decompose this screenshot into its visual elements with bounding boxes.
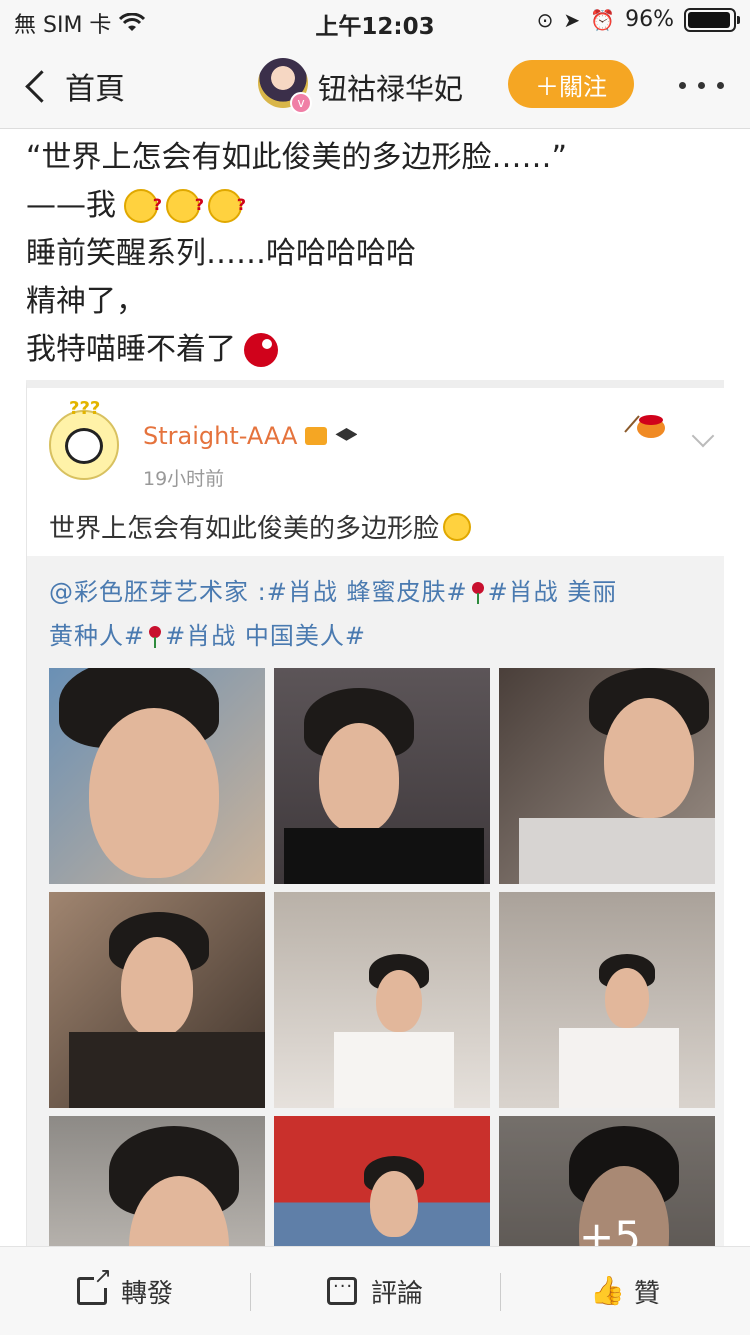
back-button[interactable]: 首頁 — [22, 64, 125, 108]
repost-button[interactable]: 轉發 — [0, 1247, 250, 1335]
chevron-left-icon — [25, 69, 58, 103]
hashtag-text: 黄种人# — [49, 622, 146, 650]
photo-thumbnail — [274, 668, 490, 884]
sad-emoji-icon — [443, 512, 472, 541]
embedded-screenshot[interactable]: ??? Straight-AAA 19小时前 世界上怎会有如此俊美的多边形脸 @… — [26, 380, 724, 1246]
battery-percent: 96% — [625, 7, 674, 32]
thinking-emoji-icon — [124, 181, 162, 229]
repost-label: 轉發 — [120, 1278, 173, 1309]
hashtag-text: #肖战 美丽 — [487, 578, 618, 606]
alarm-icon: ⏰ — [590, 7, 616, 32]
like-label: 贊 — [633, 1278, 660, 1309]
embedded-repost: @彩色胚芽艺术家 :#肖战 蜂蜜皮肤# #肖战 美丽 黄种人# #肖战 中国美人# — [27, 556, 724, 1246]
embedded-text: 世界上怎会有如此俊美的多边形脸 — [49, 508, 472, 545]
location-icon: ➤ — [563, 7, 581, 32]
page-title[interactable]: 钮祜禄华妃 — [318, 66, 463, 108]
photo-thumbnail — [49, 1116, 265, 1246]
embedded-username: Straight-AAA — [143, 422, 358, 450]
post-line: ——我 — [26, 181, 726, 230]
photo-thumbnail — [274, 892, 490, 1108]
hashtag-text: @彩色胚芽艺术家 :#肖战 蜂蜜皮肤# — [49, 578, 468, 606]
comment-button[interactable]: 評論 — [250, 1247, 500, 1335]
photo-thumbnail — [49, 892, 265, 1108]
back-label: 首頁 — [65, 72, 125, 107]
post-line: 精神了， — [26, 278, 726, 326]
share-icon — [76, 1266, 112, 1305]
status-bar: 無 SIM 卡 上午12:03 ⊙ ➤ ⏰ 96% — [0, 0, 750, 42]
photo-thumbnail — [49, 668, 265, 884]
rose-icon — [147, 626, 163, 648]
post-body: “世界上怎会有如此俊美的多边形脸……” ——我 睡前笑醒系列……哈哈哈哈哈 精神… — [26, 134, 726, 374]
comment-icon — [326, 1276, 357, 1305]
chevron-down-icon — [691, 424, 715, 448]
post-text: ——我 — [26, 188, 116, 223]
post-line: 我特喵睡不着了 — [26, 326, 726, 374]
embedded-user-avatar: ??? — [49, 398, 119, 480]
verified-badge: v — [290, 92, 312, 114]
status-indicators: ⊙ ➤ ⏰ 96% — [536, 7, 740, 32]
battery-icon — [684, 7, 740, 32]
embedded-username-text: Straight-AAA — [143, 422, 298, 450]
rotation-lock-icon: ⊙ — [536, 7, 554, 32]
hotpot-sticker-icon — [624, 415, 665, 438]
post-line: 睡前笑醒系列……哈哈哈哈哈 — [26, 230, 726, 278]
photo-thumbnail — [499, 668, 715, 884]
hashtag-text: #肖战 中国美人# — [165, 622, 366, 650]
photo-thumbnail — [274, 1116, 490, 1246]
post-text: 我特喵睡不着了 — [26, 332, 236, 367]
post-text: “世界上怎会有如此俊美的多边形脸……” — [26, 140, 568, 175]
like-button[interactable]: 👍 贊 — [500, 1247, 750, 1335]
photo-grid: +5 — [49, 668, 715, 1246]
nav-bar: 首頁 v 钮祜禄华妃 ＋關注 — [0, 42, 750, 129]
rose-icon — [470, 582, 486, 604]
crown-icon — [305, 427, 328, 445]
post-text: 睡前笑醒系列……哈哈哈哈哈 — [26, 236, 416, 271]
bottom-toolbar: 轉發 評論 👍 贊 — [0, 1246, 750, 1335]
post-text: 精神了， — [26, 284, 146, 319]
photo-thumbnail-more[interactable]: +5 — [499, 1116, 715, 1246]
follow-button[interactable]: ＋關注 — [508, 60, 634, 108]
angry-bird-emoji-icon — [244, 333, 278, 367]
graduation-cap-icon — [335, 428, 358, 441]
photo-thumbnail — [499, 892, 715, 1108]
post-line: “世界上怎会有如此俊美的多边形脸……” — [26, 134, 726, 182]
thumbs-up-icon: 👍 — [589, 1274, 625, 1307]
more-photos-count: +5 — [579, 1212, 641, 1246]
thinking-emoji-icon — [208, 181, 246, 229]
embedded-timestamp: 19小时前 — [143, 468, 225, 490]
thinking-emoji-icon — [166, 181, 204, 229]
comment-label: 評論 — [370, 1278, 423, 1309]
more-icon[interactable] — [679, 82, 724, 89]
repost-text: @彩色胚芽艺术家 :#肖战 蜂蜜皮肤# #肖战 美丽 黄种人# #肖战 中国美人# — [49, 570, 709, 658]
